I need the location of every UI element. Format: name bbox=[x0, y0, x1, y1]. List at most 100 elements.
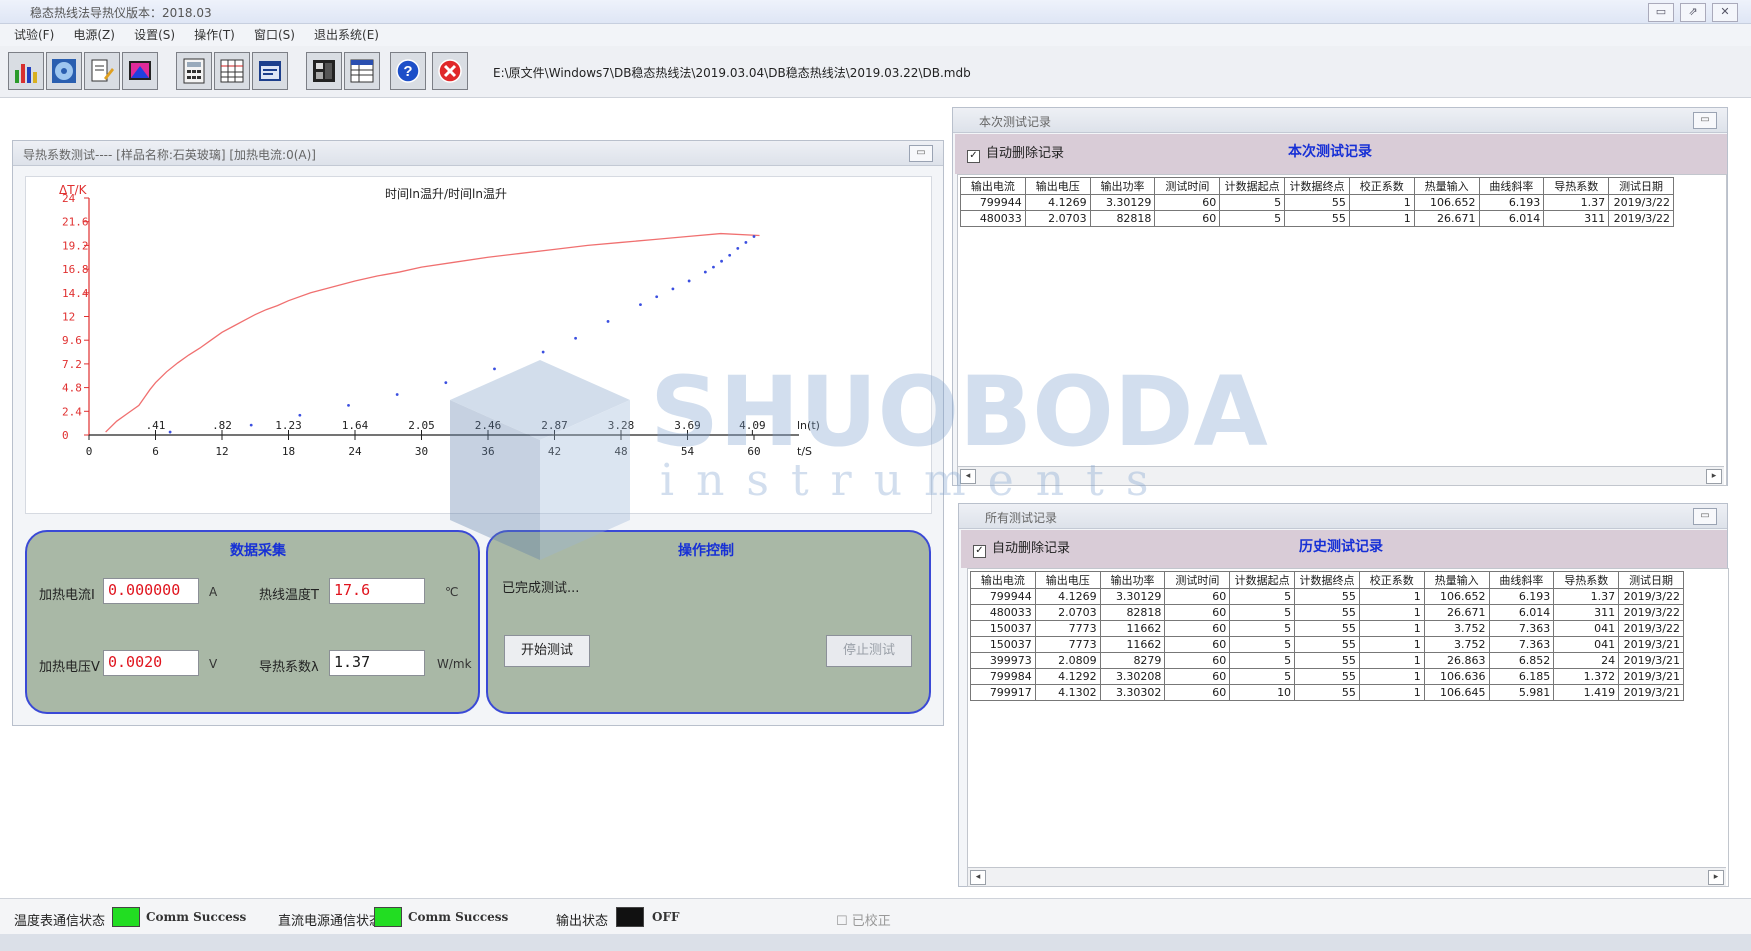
column-header[interactable]: 计数据终点 bbox=[1284, 177, 1350, 195]
temp-comm-label: 温度表通信状态 bbox=[14, 914, 106, 929]
tool-grid-button[interactable] bbox=[214, 52, 250, 90]
current-unit: A bbox=[209, 585, 218, 599]
calibrated-box[interactable]: ☐ bbox=[836, 914, 848, 929]
tool-table-window-button[interactable] bbox=[344, 52, 380, 90]
history-records-title: 历史测试记录 bbox=[1299, 539, 1383, 555]
scroll-left-arrow[interactable]: ◂ bbox=[970, 870, 986, 885]
column-header[interactable]: 测试时间 bbox=[1154, 177, 1221, 195]
column-header[interactable]: 导热系数 bbox=[1553, 571, 1620, 589]
tool-calculator-button[interactable] bbox=[176, 52, 212, 90]
start-test-button[interactable]: 开始测试 bbox=[504, 635, 590, 667]
table-cell: 60 bbox=[1164, 668, 1231, 685]
scroll-right-arrow[interactable]: ▸ bbox=[1708, 870, 1724, 885]
table-cell: 11662 bbox=[1099, 636, 1166, 653]
column-header[interactable]: 输出电压 bbox=[1034, 571, 1101, 589]
column-header[interactable]: 热量输入 bbox=[1413, 177, 1480, 195]
column-header[interactable]: 输出电流 bbox=[970, 571, 1036, 589]
exit-button[interactable] bbox=[432, 52, 468, 90]
column-header[interactable]: 计数据终点 bbox=[1294, 571, 1360, 589]
test-panel-restore-button[interactable]: ▭ bbox=[909, 145, 933, 162]
current-records-title: 本次测试记录 bbox=[1288, 144, 1372, 160]
restore-button[interactable]: ⇗ bbox=[1680, 3, 1706, 22]
ln-tick-label: 3.69 bbox=[674, 419, 701, 432]
table-cell: 3.30129 bbox=[1089, 194, 1156, 211]
tool-chart-button[interactable] bbox=[8, 52, 44, 90]
stop-test-button[interactable]: 停止测试 bbox=[826, 635, 912, 667]
column-header[interactable]: 测试时间 bbox=[1164, 571, 1231, 589]
current-auto-delete-box[interactable]: ✓ bbox=[967, 150, 980, 163]
ln-series-point bbox=[728, 253, 732, 257]
table-cell: 8279 bbox=[1099, 652, 1166, 669]
ln-series-point bbox=[639, 303, 642, 307]
tool-data-window-button[interactable] bbox=[252, 52, 288, 90]
table-cell: 1.37 bbox=[1543, 194, 1610, 211]
column-header[interactable]: 计数据起点 bbox=[1229, 571, 1296, 589]
history-records-header: 所有测试记录 ▭ bbox=[959, 504, 1727, 529]
table-cell: 480033 bbox=[970, 604, 1036, 621]
table-cell: 1 bbox=[1358, 668, 1425, 685]
column-header[interactable]: 校正系数 bbox=[1348, 177, 1415, 195]
minimize-button[interactable]: ▭ bbox=[1648, 3, 1674, 22]
window-close-button[interactable]: ✕ bbox=[1712, 3, 1738, 22]
table-row[interactable]: 150037 7773 11662 60 5 55 1 3.752 7.363 041 2019/3… bbox=[970, 636, 1684, 653]
column-header[interactable]: 输出电压 bbox=[1024, 177, 1091, 195]
column-header[interactable]: 输出功率 bbox=[1089, 177, 1156, 195]
tool-edit-report-button[interactable] bbox=[84, 52, 120, 90]
history-records-restore-button[interactable]: ▭ bbox=[1693, 508, 1717, 525]
current-auto-delete-checkbox[interactable]: ✓ 自动删除记录 bbox=[967, 142, 1064, 163]
current-auto-delete-label: 自动删除记录 bbox=[986, 146, 1065, 161]
help-button[interactable]: ? bbox=[390, 52, 426, 90]
scroll-left-arrow[interactable]: ◂ bbox=[960, 469, 976, 484]
table-row[interactable]: 799944 4.1269 3.30129 60 5 55 1 106.652 6.193 1.3… bbox=[970, 588, 1684, 605]
temp-comm-status: Comm Success bbox=[146, 910, 247, 924]
table-row[interactable]: 150037 7773 11662 60 5 55 1 3.752 7.363 041 2019/3… bbox=[970, 620, 1684, 637]
table-cell: 11662 bbox=[1099, 620, 1166, 637]
table-row[interactable]: 799944 4.1269 3.30129 60 5 55 1 106.652 6.193 1.3… bbox=[960, 194, 1674, 211]
temp-comm-led bbox=[112, 907, 140, 927]
table-row[interactable]: 480033 2.0703 82818 60 5 55 1 26.671 6.014 311 201… bbox=[960, 210, 1674, 227]
table-cell: 1 bbox=[1348, 210, 1415, 227]
history-auto-delete-checkbox[interactable]: ✓ 自动删除记录 bbox=[973, 537, 1070, 558]
column-header[interactable]: 曲线斜率 bbox=[1478, 177, 1545, 195]
current-records-restore-button[interactable]: ▭ bbox=[1693, 112, 1717, 129]
column-header[interactable]: 输出功率 bbox=[1099, 571, 1166, 589]
table-row[interactable]: 480033 2.0703 82818 60 5 55 1 26.671 6.014 311 201… bbox=[970, 604, 1684, 621]
menu-item-settings[interactable]: 设置(S) bbox=[134, 24, 175, 46]
menu-item-operate[interactable]: 操作(T) bbox=[194, 24, 235, 46]
column-header[interactable]: 热量输入 bbox=[1423, 571, 1490, 589]
tool-disc-button[interactable] bbox=[46, 52, 82, 90]
current-records-grid-area: 输出电流 输出电压 输出功率 测试时间 计数据起点 计数据终点 校正系数 热量输入 曲线斜率 导热… bbox=[957, 174, 1727, 486]
history-records-hscroll[interactable]: ◂ ▸ bbox=[968, 867, 1726, 886]
menu-item-test[interactable]: 试验(F) bbox=[14, 24, 54, 46]
table-row[interactable]: 799917 4.1302 3.30302 60 10 55 1 106.645 5.981 1.… bbox=[970, 684, 1684, 701]
column-header[interactable]: 导热系数 bbox=[1543, 177, 1610, 195]
conductivity-unit: W/mk bbox=[437, 657, 472, 671]
history-auto-delete-box[interactable]: ✓ bbox=[973, 545, 986, 558]
table-cell: 4.1292 bbox=[1034, 668, 1101, 685]
column-header[interactable]: 计数据起点 bbox=[1219, 177, 1286, 195]
current-records-hscroll[interactable]: ◂ ▸ bbox=[958, 466, 1724, 485]
column-header[interactable]: 测试日期 bbox=[1608, 177, 1674, 195]
column-header[interactable]: 测试日期 bbox=[1618, 571, 1684, 589]
calibrated-label: 已校正 bbox=[851, 914, 891, 929]
table-row[interactable]: 799984 4.1292 3.30208 60 5 55 1 106.636 6.185 1.3… bbox=[970, 668, 1684, 685]
menu-item-power[interactable]: 电源(Z) bbox=[73, 24, 115, 46]
table-row[interactable]: 399973 2.0809 8279 60 5 55 1 26.863 6.852 24 2019/… bbox=[970, 652, 1684, 669]
column-header[interactable]: 校正系数 bbox=[1358, 571, 1425, 589]
x-tick-label: 18 bbox=[282, 445, 295, 458]
menu-item-exit[interactable]: 退出系统(E) bbox=[314, 24, 379, 46]
table-cell: 24 bbox=[1553, 652, 1620, 669]
menu-item-window[interactable]: 窗口(S) bbox=[254, 24, 295, 46]
column-header[interactable]: 曲线斜率 bbox=[1488, 571, 1555, 589]
calibrated-checkbox[interactable]: ☐ 已校正 bbox=[836, 910, 891, 929]
table-cell: 1.37 bbox=[1553, 588, 1620, 605]
tool-monitor-button[interactable] bbox=[122, 52, 158, 90]
output-label: 输出状态 bbox=[556, 914, 609, 929]
current-records-header: 本次测试记录 ▭ bbox=[953, 108, 1727, 133]
table-cell: 6.852 bbox=[1488, 652, 1555, 669]
tool-display-panel-button[interactable] bbox=[306, 52, 342, 90]
table-cell: 3.752 bbox=[1423, 620, 1490, 637]
column-header[interactable]: 输出电流 bbox=[960, 177, 1026, 195]
scroll-right-arrow[interactable]: ▸ bbox=[1706, 469, 1722, 484]
chart-svg: 0 2.4 4.8 7.2 9.6 12 14.4 16.8 19.2 21.6 24 0 6 12 18 2… bbox=[59, 183, 820, 458]
